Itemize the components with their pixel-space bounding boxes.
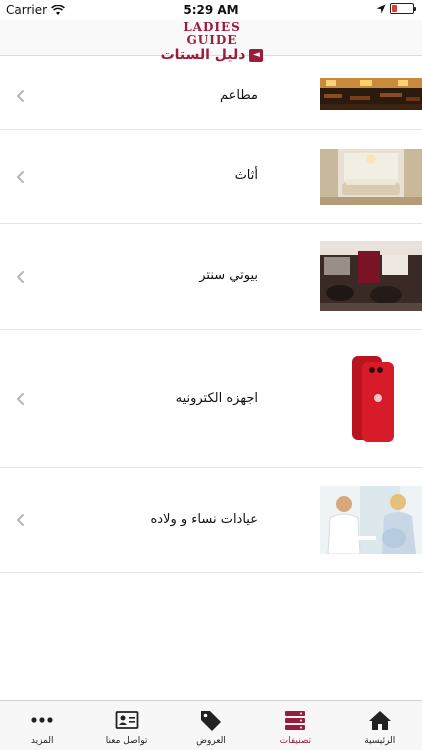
tab-bar: الرئيسية تصنيفات العروض تواصل معنا المزي…: [0, 700, 422, 750]
tab-label: الرئيسية: [364, 736, 396, 746]
tab-home[interactable]: الرئيسية: [338, 701, 422, 750]
chevron-left-icon: [17, 171, 24, 183]
chevron-left-icon: [17, 271, 24, 283]
tab-label: تصنيفات: [279, 736, 312, 746]
status-time: 5:29 AM: [183, 3, 239, 17]
tab-offers[interactable]: العروض: [169, 701, 253, 750]
tab-categories[interactable]: تصنيفات: [253, 701, 337, 750]
app-logo[interactable]: LADIES GUIDE دليل الستات ◄: [156, 20, 268, 63]
location-arrow-icon: [376, 4, 386, 13]
category-label: عيادات نساء و ولاده: [150, 512, 258, 527]
category-row-restaurants[interactable]: مطاعم: [0, 56, 422, 130]
category-row-womens-clinics[interactable]: عيادات نساء و ولاده: [0, 468, 422, 573]
status-bar: Carrier 5:29 AM: [0, 0, 422, 20]
logo-english: LADIES GUIDE: [183, 20, 241, 47]
chevron-left-icon: [17, 393, 24, 405]
home-icon: [368, 711, 391, 730]
category-row-electronics[interactable]: اجهزه الكترونيه: [0, 330, 422, 468]
more-dots-icon: [31, 717, 53, 723]
category-label: أثاث: [234, 168, 258, 183]
battery-icon: [390, 3, 416, 14]
tab-label: العروض: [196, 736, 226, 746]
restaurant-photo: [320, 78, 422, 110]
category-row-beauty-center[interactable]: بيوتي سنتر: [0, 224, 422, 330]
tab-more[interactable]: المزيد: [0, 701, 84, 750]
category-list: مطاعم أثاث بيوتي سنتر اجهزه الكترونيه عي…: [0, 56, 422, 573]
category-row-furniture[interactable]: أثاث: [0, 130, 422, 224]
battery-level: [392, 5, 397, 12]
category-label: بيوتي سنتر: [199, 268, 258, 283]
chevron-left-icon: [17, 514, 24, 526]
category-label: مطاعم: [220, 88, 258, 103]
red-phone-photo: [320, 354, 422, 444]
tab-contact[interactable]: تواصل معنا: [84, 701, 168, 750]
app-header: LADIES GUIDE دليل الستات ◄: [0, 20, 422, 63]
beauty-salon-photo: [320, 241, 422, 311]
tab-label: تواصل معنا: [105, 736, 148, 746]
contact-card-icon: [115, 711, 138, 729]
status-right: [376, 3, 416, 14]
clinic-photo: [320, 486, 422, 554]
tab-label: المزيد: [30, 736, 54, 746]
tags-icon: [200, 711, 221, 731]
categories-icon: [285, 711, 306, 730]
furniture-photo: [320, 149, 422, 205]
category-label: اجهزه الكترونيه: [175, 391, 258, 406]
chevron-left-icon: [17, 90, 24, 102]
